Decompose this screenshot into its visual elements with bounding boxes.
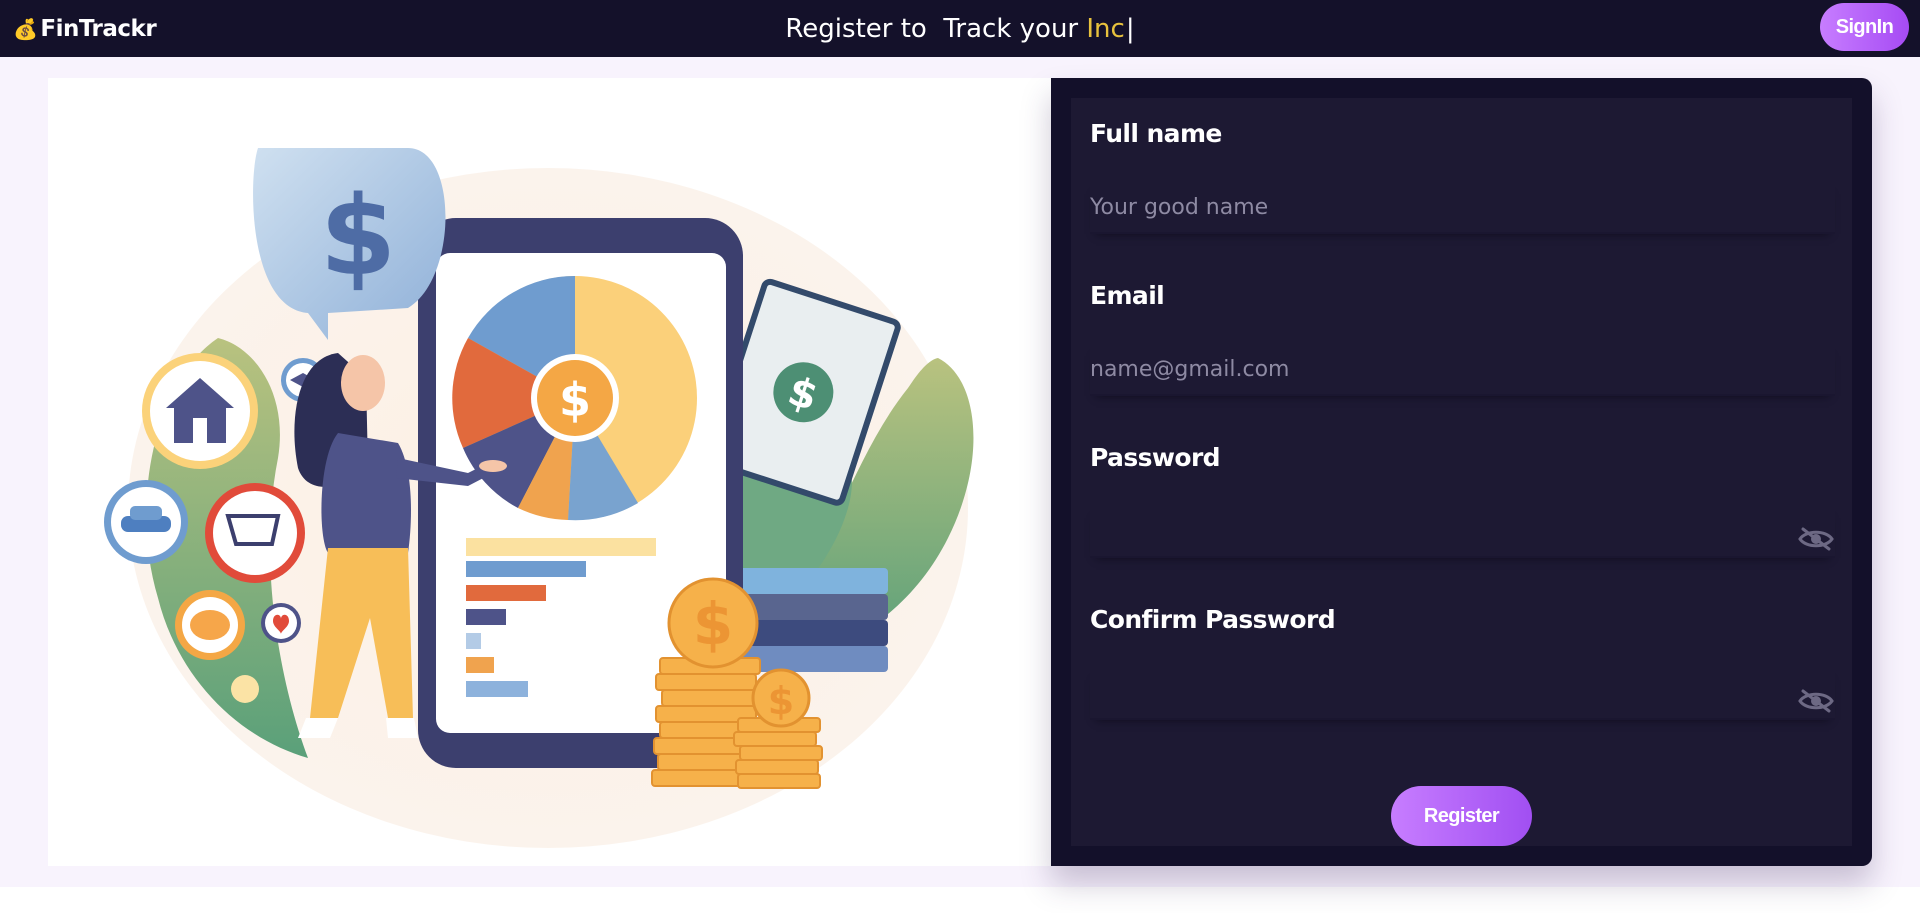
register-form-panel: Full name Email Password Confirm Passwor… (1051, 78, 1872, 866)
email-input[interactable] (1090, 344, 1835, 396)
illustration-graphic: $ $ $ $ $ (104, 148, 974, 848)
typing-headline: Register to Track your Inc | (0, 0, 1920, 57)
register-button[interactable]: Register (1391, 786, 1532, 846)
svg-text:$: $ (559, 373, 591, 427)
finance-illustration: $ $ $ $ $ (48, 78, 1051, 866)
eye-slash-icon[interactable] (1798, 688, 1834, 714)
password-label: Password (1090, 443, 1221, 472)
confirm-password-input[interactable] (1090, 668, 1835, 720)
svg-text:$: $ (768, 679, 794, 723)
signin-button[interactable]: SignIn (1820, 3, 1909, 51)
fullname-input[interactable] (1090, 182, 1835, 234)
email-label: Email (1090, 281, 1165, 310)
confirm-password-label: Confirm Password (1090, 605, 1336, 634)
headline-typed-word: Inc (1086, 13, 1125, 44)
svg-text:$: $ (693, 590, 733, 658)
headline-prefix: Register to Track your (785, 13, 1087, 44)
eye-slash-icon[interactable] (1798, 526, 1834, 552)
navbar: 💰 FinTrackr Register to Track your Inc | … (0, 0, 1920, 57)
register-form: Full name Email Password Confirm Passwor… (1071, 98, 1852, 846)
password-input[interactable] (1090, 506, 1835, 558)
typing-caret: | (1125, 13, 1135, 44)
svg-text:$: $ (320, 172, 397, 300)
fullname-label: Full name (1090, 119, 1222, 148)
